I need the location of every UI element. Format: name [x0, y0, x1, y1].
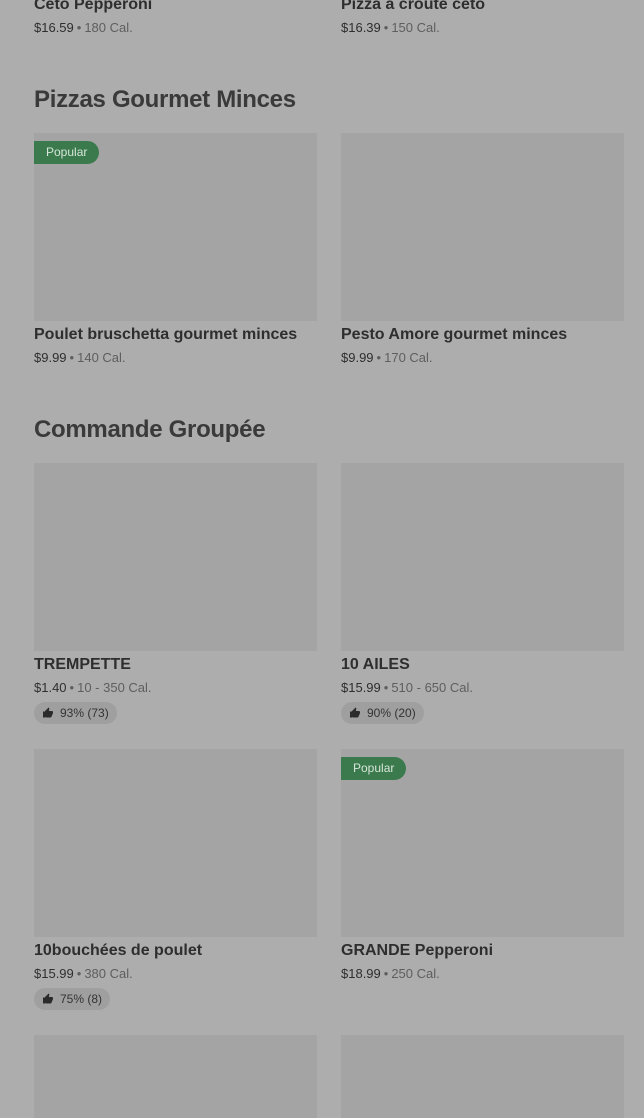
- menu-item-card[interactable]: [34, 463, 317, 651]
- item-price: $15.99: [341, 680, 381, 695]
- rating-text: 90% (20): [367, 706, 416, 720]
- item-calories: 180 Cal.: [84, 20, 133, 35]
- menu-item-card[interactable]: [34, 1035, 317, 1118]
- item-meta: $16.59 • 180 Cal.: [34, 20, 133, 35]
- item-calories: 140 Cal.: [77, 350, 126, 365]
- item-price: $16.59: [34, 20, 74, 35]
- thumbs-up-icon: [350, 707, 360, 718]
- separator-dot: •: [76, 966, 82, 981]
- separator-dot: •: [376, 350, 382, 365]
- item-meta: $9.99 • 140 Cal.: [34, 350, 126, 365]
- section-title: Commande Groupée: [34, 416, 266, 443]
- item-image[interactable]: [341, 463, 624, 651]
- menu-item-card[interactable]: [341, 1035, 624, 1118]
- item-image[interactable]: [34, 463, 317, 651]
- item-image[interactable]: Popular: [34, 133, 317, 321]
- item-price: $16.39: [341, 20, 381, 35]
- item-price: $9.99: [341, 350, 374, 365]
- popular-badge: Popular: [34, 141, 100, 164]
- item-meta: $16.39 • 150 Cal.: [341, 20, 440, 35]
- item-calories: 380 Cal.: [84, 966, 133, 981]
- rating-pill: 93% (73): [34, 702, 117, 724]
- item-price: $9.99: [34, 350, 67, 365]
- item-calories: 150 Cal.: [391, 20, 440, 35]
- item-meta: $15.99 • 510 - 650 Cal.: [341, 680, 473, 695]
- item-calories: 10 - 350 Cal.: [77, 680, 152, 695]
- item-name[interactable]: Pesto Amore gourmet minces: [341, 326, 567, 344]
- item-meta: $1.40 • 10 - 350 Cal.: [34, 680, 152, 695]
- item-calories: 170 Cal.: [384, 350, 433, 365]
- section-title: Pizzas Gourmet Minces: [34, 86, 296, 113]
- item-name[interactable]: 10 AILES: [341, 656, 410, 674]
- item-calories: 510 - 650 Cal.: [391, 680, 473, 695]
- popular-badge: Popular: [341, 757, 407, 780]
- menu-item-card[interactable]: [341, 463, 624, 651]
- rating-text: 93% (73): [60, 706, 109, 720]
- menu-item-card[interactable]: Popular: [341, 749, 624, 937]
- rating-text: 75% (8): [60, 992, 103, 1006]
- separator-dot: •: [383, 20, 389, 35]
- item-name[interactable]: 10bouchées de poulet: [34, 942, 202, 960]
- item-meta: $9.99 • 170 Cal.: [341, 350, 433, 365]
- menu-item-card[interactable]: Popular: [34, 133, 317, 321]
- item-name[interactable]: Pizza à croûte céto: [341, 0, 485, 14]
- separator-dot: •: [69, 350, 75, 365]
- item-meta: $18.99 • 250 Cal.: [341, 966, 440, 981]
- item-image[interactable]: [341, 1035, 624, 1118]
- item-image[interactable]: [34, 749, 317, 937]
- thumbs-up-icon: [43, 707, 53, 718]
- item-image[interactable]: [341, 133, 624, 321]
- item-price: $18.99: [341, 966, 381, 981]
- item-name[interactable]: GRANDE Pepperoni: [341, 942, 493, 960]
- item-name[interactable]: Céto Pepperoni: [34, 0, 152, 14]
- item-meta: $15.99 • 380 Cal.: [34, 966, 133, 981]
- thumbs-up-icon: [43, 993, 53, 1004]
- menu-item-card[interactable]: [34, 749, 317, 937]
- separator-dot: •: [383, 966, 389, 981]
- item-name[interactable]: TREMPETTE: [34, 656, 131, 674]
- item-price: $1.40: [34, 680, 67, 695]
- menu-item-card[interactable]: [341, 133, 624, 321]
- item-image[interactable]: Popular: [341, 749, 624, 937]
- item-calories: 250 Cal.: [391, 966, 440, 981]
- item-price: $15.99: [34, 966, 74, 981]
- separator-dot: •: [383, 680, 389, 695]
- separator-dot: •: [76, 20, 82, 35]
- item-name[interactable]: Poulet bruschetta gourmet minces: [34, 326, 297, 344]
- item-image[interactable]: [34, 1035, 317, 1118]
- rating-pill: 90% (20): [341, 702, 424, 724]
- rating-pill: 75% (8): [34, 988, 111, 1010]
- separator-dot: •: [69, 680, 75, 695]
